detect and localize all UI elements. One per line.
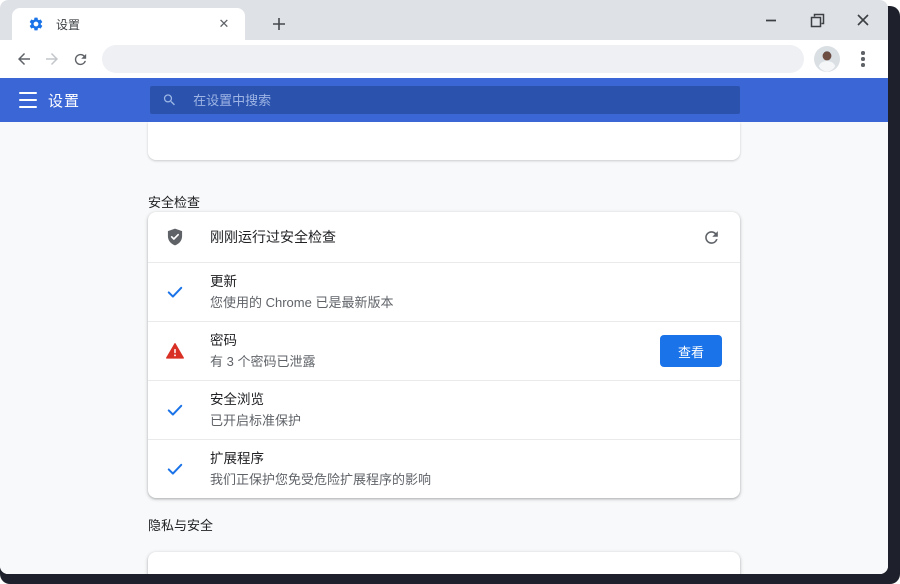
- reload-button[interactable]: [66, 45, 94, 73]
- restore-icon: [810, 13, 824, 27]
- tab-settings[interactable]: 设置 ✕: [12, 8, 245, 40]
- check-icon: [167, 404, 183, 416]
- address-bar[interactable]: [102, 45, 804, 73]
- shield-check-icon: [167, 228, 183, 246]
- forward-button[interactable]: [38, 45, 66, 73]
- address-input[interactable]: [116, 51, 790, 67]
- new-tab-button[interactable]: [265, 10, 293, 38]
- avatar[interactable]: [814, 46, 840, 72]
- close-icon: [857, 14, 869, 26]
- section-label-safety-check: 安全检查: [148, 195, 201, 210]
- minimize-button[interactable]: [758, 7, 784, 33]
- safety-check-status-title: 刚刚运行过安全检查: [210, 229, 336, 245]
- safety-row-subtitle: 有 3 个密码已泄露: [210, 353, 316, 369]
- section-label-privacy: 隐私与安全: [148, 518, 214, 533]
- tab-close-icon[interactable]: ✕: [215, 15, 233, 33]
- safety-row-extensions[interactable]: 扩展程序 我们正保护您免受危险扩展程序的影响: [148, 439, 740, 498]
- tab-title: 设置: [56, 17, 81, 32]
- back-button[interactable]: [10, 45, 38, 73]
- check-icon: [167, 464, 183, 475]
- safety-row-text: 密码 有 3 个密码已泄露: [210, 331, 660, 371]
- tab-strip: 设置 ✕: [0, 0, 888, 40]
- window-controls: [758, 0, 884, 40]
- search-icon: [163, 94, 175, 106]
- safety-row-text: 安全浏览 已开启标准保护: [210, 390, 722, 430]
- kebab-menu-icon[interactable]: [850, 46, 876, 72]
- restore-button[interactable]: [804, 7, 830, 33]
- browser-toolbar: [0, 40, 888, 78]
- settings-search[interactable]: [150, 86, 740, 114]
- review-passwords-button[interactable]: 查看: [660, 335, 722, 368]
- safety-row-passwords[interactable]: 密码 有 3 个密码已泄露 查看: [148, 321, 740, 380]
- safety-row-title: 密码: [210, 333, 237, 349]
- plus-icon: [273, 18, 285, 30]
- privacy-section-card-partial: [148, 552, 740, 574]
- check-icon: [167, 286, 183, 298]
- safety-row-subtitle: 您使用的 Chrome 已是最新版本: [210, 294, 394, 310]
- safety-row-subtitle: 我们正保护您免受危险扩展程序的影响: [210, 471, 432, 487]
- settings-content: 安全检查 刚刚运行过安全检查 更新 您使用的 Chrome 已是最新版本 密码 …: [0, 122, 888, 574]
- rerun-safety-check-button[interactable]: [700, 226, 722, 248]
- minimize-icon: [766, 19, 776, 22]
- forward-arrow-icon: [46, 53, 58, 65]
- reload-icon: [74, 53, 86, 65]
- safety-row-subtitle: 已开启标准保护: [210, 412, 302, 428]
- safety-row-safe-browsing[interactable]: 安全浏览 已开启标准保护: [148, 380, 740, 439]
- safety-row-text: 扩展程序 我们正保护您免受危险扩展程序的影响: [210, 449, 722, 489]
- stage: 设置 ✕ 设置 在设置中搜索 安全检查 刚刚运行过安全检查 更新 您使用的 Ch…: [0, 0, 900, 584]
- gear-icon: [29, 17, 43, 31]
- safety-row-title: 扩展程序: [210, 451, 264, 467]
- close-window-button[interactable]: [850, 7, 876, 33]
- settings-header: 设置: [0, 78, 888, 122]
- hamburger-icon[interactable]: [19, 92, 37, 108]
- refresh-icon: [704, 230, 718, 244]
- safety-row-text: 更新 您使用的 Chrome 已是最新版本: [210, 272, 722, 312]
- safety-check-status-row: 刚刚运行过安全检查: [148, 212, 740, 262]
- previous-section-card-partial: [148, 122, 740, 160]
- safety-row-title: 更新: [210, 274, 237, 289]
- warning-triangle-icon: [166, 343, 184, 359]
- settings-search-input[interactable]: [193, 92, 728, 108]
- safety-row-updates[interactable]: 更新 您使用的 Chrome 已是最新版本: [148, 262, 740, 321]
- safety-row-title: 安全浏览: [210, 392, 264, 408]
- settings-title: 设置: [48, 92, 81, 110]
- back-arrow-icon: [18, 53, 30, 65]
- safety-check-card: 刚刚运行过安全检查 更新 您使用的 Chrome 已是最新版本 密码 有 3 个…: [148, 212, 740, 499]
- browser-window: 设置 ✕ 设置 在设置中搜索 安全检查 刚刚运行过安全检查 更新 您使用的 Ch…: [0, 0, 888, 574]
